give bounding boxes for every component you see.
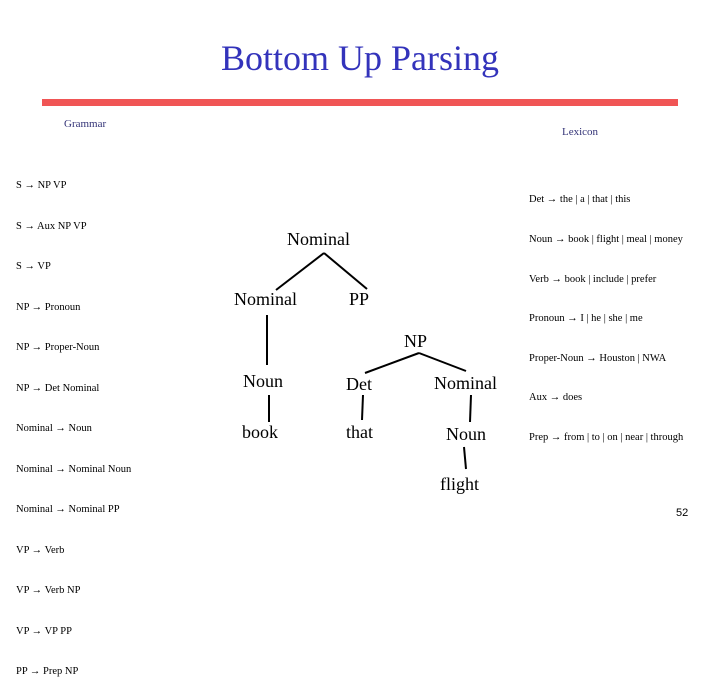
tree-node-det: Det — [346, 374, 372, 394]
tree-leaf-book: book — [242, 422, 278, 442]
tree-node-noun: Noun — [243, 371, 283, 391]
tree-leaf-flight: flight — [440, 474, 479, 494]
tree-node-pp: PP — [349, 289, 370, 309]
edge-nominal-top-to-nominal-left — [275, 252, 325, 291]
edge-noun-to-flight — [463, 446, 467, 470]
tree-node-nominal-right: Nominal — [434, 373, 497, 393]
grammar-rule: VP → Verb — [16, 544, 65, 556]
tree-leaf-that: that — [346, 422, 373, 442]
grammar-rule: PP → Prep NP — [16, 666, 79, 677]
edge-nominal-top-to-pp — [323, 252, 368, 290]
grammar-rule: VP → VP PP — [16, 625, 72, 637]
edge-np-to-det — [364, 352, 420, 374]
page-number: 52 — [676, 507, 689, 519]
edge-nominal-right-to-noun — [469, 394, 472, 423]
tree-node-nominal-left: Nominal — [234, 289, 297, 309]
tree-node-np: NP — [404, 331, 428, 351]
edge-np-to-nominal-right — [418, 352, 467, 372]
tree-node-noun-2: Noun — [446, 424, 486, 444]
tree-node-nominal-top: Nominal — [287, 229, 350, 249]
parse-tree-edges — [266, 252, 472, 470]
edge-det-to-that — [361, 394, 364, 421]
grammar-rule: VP → Verb NP — [16, 585, 81, 596]
